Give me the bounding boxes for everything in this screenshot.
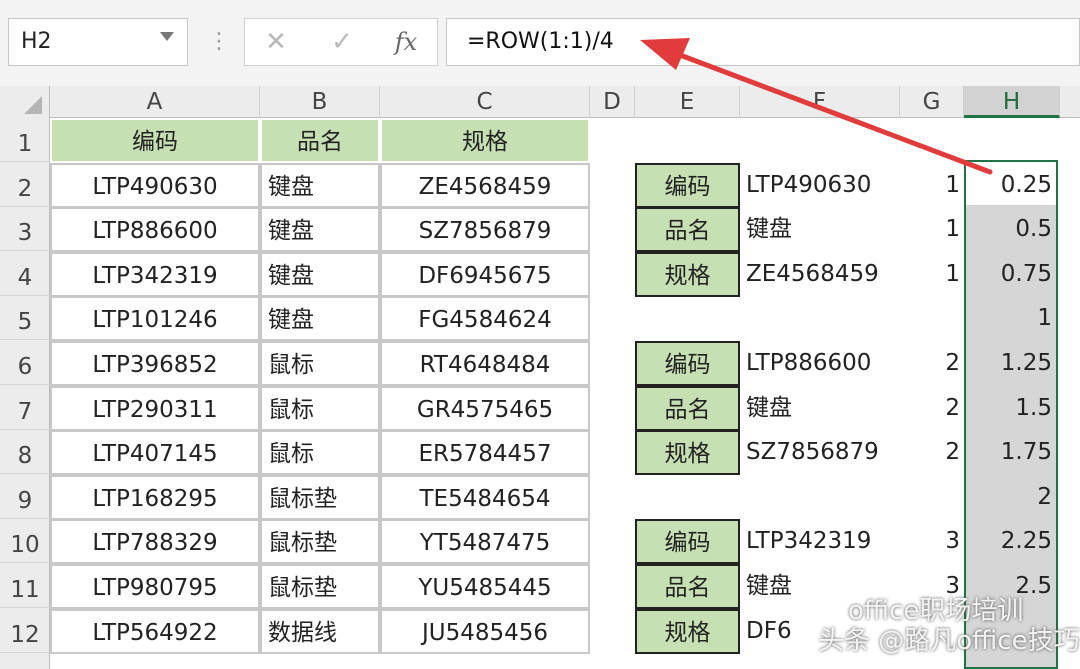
row-header-6[interactable]: 6	[0, 341, 50, 385]
column-header-a[interactable]: A	[50, 86, 260, 118]
table-cell[interactable]: TE5484654	[380, 474, 590, 520]
label-cell[interactable]: 编码	[635, 341, 740, 386]
watermark-line-2: 头条 @路凡office技巧	[818, 626, 1080, 656]
group-cell[interactable]: 1	[900, 163, 964, 208]
value-cell[interactable]: LTP342319	[740, 519, 900, 564]
label-cell[interactable]: 编码	[635, 519, 740, 565]
column-header-h[interactable]: H	[964, 86, 1060, 118]
column-header-f[interactable]: F	[740, 86, 900, 118]
table-cell[interactable]: YU5485445	[380, 564, 590, 609]
table-cell[interactable]: 鼠标	[260, 341, 380, 386]
row-header-8[interactable]: 8	[0, 430, 50, 475]
column-header-g[interactable]: G	[900, 86, 964, 118]
row-header-11[interactable]: 11	[0, 564, 50, 608]
row-header-9[interactable]: 9	[0, 475, 50, 519]
label-cell[interactable]: 品名	[635, 564, 740, 609]
group-cell[interactable]: 2	[900, 386, 964, 431]
value-cell[interactable]: SZ7856879	[740, 430, 900, 475]
table-cell[interactable]: 鼠标垫	[260, 519, 380, 565]
table-cell[interactable]: 键盘	[260, 251, 380, 297]
group-cell[interactable]: 1	[900, 252, 964, 297]
table-header-cell[interactable]: 规格	[380, 118, 590, 163]
table-header-cell[interactable]: 编码	[50, 118, 260, 163]
table-cell[interactable]: LTP886600	[50, 207, 260, 253]
table-cell[interactable]: 键盘	[260, 162, 380, 208]
label-cell[interactable]: 品名	[635, 385, 740, 431]
table-cell[interactable]: LTP290311	[50, 385, 260, 431]
table-cell[interactable]: LTP788329	[50, 519, 260, 565]
row-header-5[interactable]: 5	[0, 296, 50, 341]
table-cell[interactable]: YT5487475	[380, 519, 590, 565]
label-cell[interactable]: 规格	[635, 430, 740, 476]
chevron-down-icon[interactable]	[160, 32, 174, 41]
table-cell[interactable]: 键盘	[260, 296, 380, 342]
table-cell[interactable]: LTP490630	[50, 162, 260, 208]
enter-icon[interactable]: ✓	[322, 24, 362, 60]
table-cell[interactable]: 数据线	[260, 608, 380, 654]
table-cell[interactable]: LTP564922	[50, 608, 260, 654]
row-header-4[interactable]: 4	[0, 252, 50, 296]
table-cell[interactable]: ER5784457	[380, 430, 590, 476]
table-cell[interactable]: LTP396852	[50, 341, 260, 386]
cancel-icon[interactable]: ✕	[256, 24, 296, 60]
value-cell[interactable]: ZE4568459	[740, 252, 900, 297]
table-cell[interactable]: LTP168295	[50, 474, 260, 520]
table-cell[interactable]: 鼠标垫	[260, 474, 380, 520]
column-header-e[interactable]: E	[635, 86, 740, 118]
table-cell[interactable]: JU5485456	[380, 608, 590, 654]
name-box[interactable]: H2	[8, 18, 188, 66]
row-header-12[interactable]: 12	[0, 609, 50, 653]
select-all-icon[interactable]	[24, 96, 42, 114]
value-cell[interactable]: 键盘	[740, 386, 900, 431]
table-cell[interactable]: DF6945675	[380, 251, 590, 297]
table-cell[interactable]: FG4584624	[380, 296, 590, 342]
table-cell[interactable]: ZE4568459	[380, 162, 590, 208]
table-cell[interactable]: SZ7856879	[380, 207, 590, 253]
row-header-10[interactable]: 10	[0, 519, 50, 564]
table-cell[interactable]: 鼠标垫	[260, 564, 380, 609]
table-cell[interactable]: 鼠标	[260, 430, 380, 476]
value-cell[interactable]: LTP886600	[740, 341, 900, 386]
insert-function-icon[interactable]: fx	[386, 24, 426, 60]
label-cell[interactable]: 编码	[635, 162, 740, 208]
value-cell[interactable]: 键盘	[740, 207, 900, 252]
table-cell[interactable]: LTP342319	[50, 251, 260, 297]
row-header-2[interactable]: 2	[0, 163, 50, 207]
table-cell[interactable]: 键盘	[260, 207, 380, 253]
column-header-d[interactable]: D	[590, 86, 635, 118]
label-cell[interactable]: 规格	[635, 251, 740, 297]
table-cell[interactable]: LTP980795	[50, 564, 260, 609]
row-header-3[interactable]: 3	[0, 207, 50, 252]
column-header-c[interactable]: C	[380, 86, 590, 118]
table-cell[interactable]: LTP407145	[50, 430, 260, 476]
group-cell[interactable]: 2	[900, 341, 964, 386]
table-cell[interactable]: LTP101246	[50, 296, 260, 342]
table-cell[interactable]: RT4648484	[380, 341, 590, 386]
table-header-cell[interactable]: 品名	[260, 118, 380, 163]
formula-input[interactable]: =ROW(1:1)/4	[446, 18, 1080, 66]
more-icon[interactable]: ⋮	[208, 24, 230, 60]
group-cell[interactable]: 2	[900, 430, 964, 475]
column-header-b[interactable]: B	[260, 86, 380, 118]
label-cell[interactable]: 规格	[635, 608, 740, 654]
group-cell[interactable]: 1	[900, 207, 964, 252]
row-header-7[interactable]: 7	[0, 386, 50, 430]
row-header-1[interactable]: 1	[0, 118, 50, 162]
table-cell[interactable]: GR4575465	[380, 385, 590, 431]
group-cell[interactable]: 3	[900, 519, 964, 564]
table-cell[interactable]: 鼠标	[260, 385, 380, 431]
value-cell[interactable]: LTP490630	[740, 163, 900, 208]
label-cell[interactable]: 品名	[635, 207, 740, 253]
